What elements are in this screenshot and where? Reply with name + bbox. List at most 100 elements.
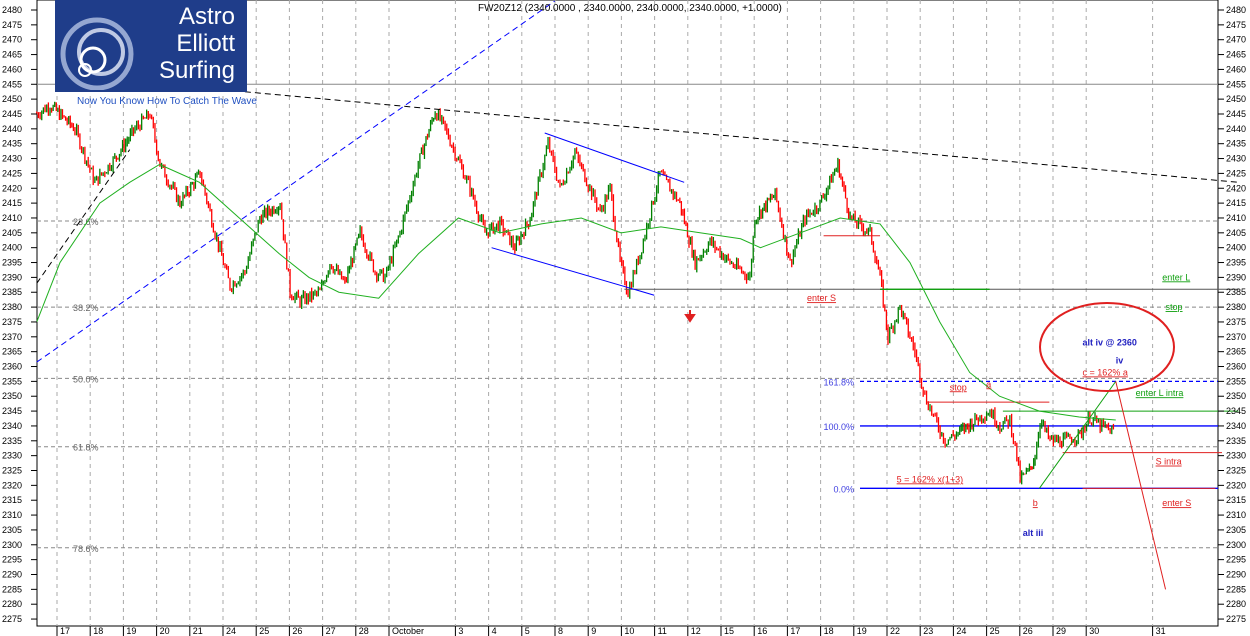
y-tick-label-left: 2330	[2, 451, 22, 461]
y-tick-label-right: 2345	[1226, 406, 1246, 416]
y-tick-label-right: 2300	[1226, 540, 1246, 550]
x-tick-label: 10	[624, 626, 634, 636]
logo-line-3: Surfing	[158, 57, 235, 84]
x-tick-label: 29	[1056, 626, 1066, 636]
y-tick-label-right: 2420	[1226, 183, 1246, 193]
y-tick-label-right: 2455	[1226, 79, 1246, 89]
y-tick-label-left: 2355	[2, 376, 22, 386]
y-tick-label-right: 2480	[1226, 5, 1246, 15]
y-tick-label-right: 2400	[1226, 243, 1246, 253]
y-tick-label-right: 2360	[1226, 362, 1246, 372]
chart-annotation: stop	[1166, 302, 1183, 312]
y-tick-label-right: 2315	[1226, 495, 1246, 505]
logo-line-1: Astro	[178, 3, 235, 30]
x-tick-label: October	[392, 626, 424, 636]
y-tick-label-left: 2410	[2, 213, 22, 223]
x-tick-label: 23	[923, 626, 933, 636]
y-tick-label-right: 2465	[1226, 50, 1246, 60]
y-tick-label-left: 2460	[2, 64, 22, 74]
y-tick-label-right: 2280	[1226, 599, 1246, 609]
y-tick-label-left: 2340	[2, 421, 22, 431]
chart-annotation: S intra	[1156, 457, 1182, 467]
y-tick-label-right: 2445	[1226, 109, 1246, 119]
chart-annotation: c = 162% a	[1083, 367, 1128, 377]
y-tick-label-right: 2375	[1226, 317, 1246, 327]
logo-tagline: Now You Know How To Catch The Wave	[77, 96, 257, 107]
y-tick-label-right: 2435	[1226, 139, 1246, 149]
y-tick-label-right: 2470	[1226, 35, 1246, 45]
y-tick-label-right: 2415	[1226, 198, 1246, 208]
y-tick-label-right: 2365	[1226, 347, 1246, 357]
y-tick-label-left: 2375	[2, 317, 22, 327]
y-tick-label-right: 2430	[1226, 154, 1246, 164]
x-tick-label: 28	[359, 626, 369, 636]
y-tick-label-right: 2305	[1226, 525, 1246, 535]
x-tick-label: 11	[658, 626, 667, 636]
y-tick-label-left: 2480	[2, 5, 22, 15]
y-tick-label-right: 2370	[1226, 332, 1246, 342]
chart-annotation: iv	[1116, 356, 1124, 366]
y-tick-label-left: 2435	[2, 139, 22, 149]
x-tick-label: 26	[292, 626, 302, 636]
y-tick-label-right: 2330	[1226, 451, 1246, 461]
fib-extension-label: 100.0%	[823, 422, 854, 432]
chart-annotation: enter S	[1162, 498, 1191, 508]
fib-extension-label: 161.8%	[823, 377, 854, 387]
y-tick-label-right: 2325	[1226, 466, 1246, 476]
x-tick-label: 30	[1089, 626, 1099, 636]
y-tick-label-left: 2275	[2, 614, 22, 624]
x-tick-label: 8	[558, 626, 563, 636]
y-tick-label-right: 2385	[1226, 287, 1246, 297]
y-tick-label-right: 2425	[1226, 168, 1246, 178]
chart-annotation: stop	[950, 382, 967, 392]
y-tick-label-left: 2380	[2, 302, 22, 312]
x-tick-label: 12	[691, 626, 701, 636]
y-tick-label-left: 2415	[2, 198, 22, 208]
x-tick-label: 24	[226, 626, 236, 636]
x-tick-label: 18	[93, 626, 103, 636]
y-tick-label-left: 2425	[2, 168, 22, 178]
x-tick-label: 19	[126, 626, 136, 636]
y-tick-label-right: 2390	[1226, 272, 1246, 282]
x-tick-label: 24	[956, 626, 966, 636]
chart-annotation: alt iii	[1023, 528, 1044, 538]
y-tick-label-right: 2285	[1226, 584, 1246, 594]
x-tick-label: 16	[757, 626, 767, 636]
y-tick-label-left: 2370	[2, 332, 22, 342]
y-tick-label-left: 2310	[2, 510, 22, 520]
y-tick-label-right: 2295	[1226, 555, 1246, 565]
y-tick-label-right: 2380	[1226, 302, 1246, 312]
y-tick-label-left: 2335	[2, 436, 22, 446]
y-tick-label-left: 2445	[2, 109, 22, 119]
wave-swirl-icon	[60, 17, 134, 90]
x-tick-label: 25	[990, 626, 1000, 636]
y-tick-label-left: 2360	[2, 362, 22, 372]
x-tick-label: 20	[160, 626, 170, 636]
chart-title: FW20Z12 (2340.0000 , 2340.0000, 2340.000…	[478, 3, 782, 14]
y-tick-label-left: 2345	[2, 406, 22, 416]
x-tick-label: 27	[326, 626, 336, 636]
y-tick-label-left: 2390	[2, 272, 22, 282]
y-tick-label-right: 2320	[1226, 480, 1246, 490]
y-tick-label-right: 2405	[1226, 228, 1246, 238]
y-tick-label-right: 2335	[1226, 436, 1246, 446]
x-tick-label: 17	[790, 626, 800, 636]
y-tick-label-right: 2355	[1226, 376, 1246, 386]
chart-annotation: enter L	[1162, 272, 1190, 282]
x-tick-label: 19	[857, 626, 867, 636]
y-tick-label-left: 2450	[2, 94, 22, 104]
astro-elliott-surfing-logo: Astro Elliott Surfing Now You Know How T…	[55, 0, 257, 112]
y-tick-label-right: 2475	[1226, 20, 1246, 30]
y-tick-label-right: 2275	[1226, 614, 1246, 624]
y-tick-label-right: 2460	[1226, 64, 1246, 74]
y-tick-label-left: 2315	[2, 495, 22, 505]
x-tick-label: 15	[724, 626, 734, 636]
y-tick-label-right: 2410	[1226, 213, 1246, 223]
y-tick-label-left: 2400	[2, 243, 22, 253]
chart-annotation: enter L intra	[1136, 388, 1184, 398]
x-tick-label: 18	[824, 626, 834, 636]
y-tick-label-left: 2365	[2, 347, 22, 357]
x-tick-label: 5	[525, 626, 530, 636]
y-tick-label-left: 2320	[2, 480, 22, 490]
chart-annotation: alt iv @ 2360	[1083, 338, 1137, 348]
